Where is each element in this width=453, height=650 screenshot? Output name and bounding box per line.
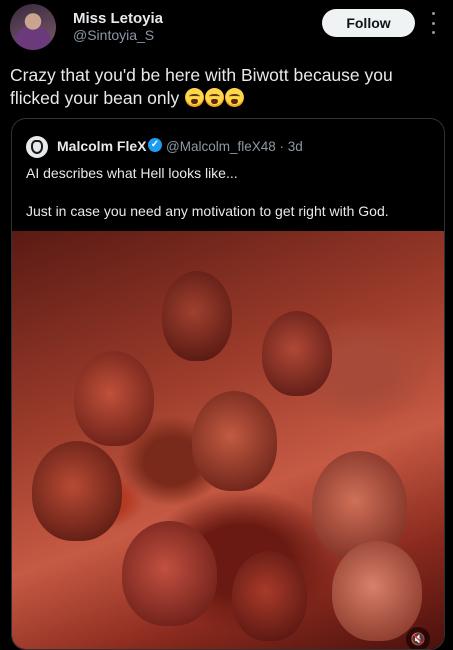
author-handle[interactable]: @Sintoyia_S (73, 27, 154, 43)
quoted-text-line-1: AI describes what Hell looks like... (26, 165, 238, 181)
verified-badge-icon: ✓ (148, 138, 162, 152)
more-options-icon[interactable] (428, 12, 438, 34)
figure-face (74, 351, 154, 446)
quoted-author-meta: @Malcolm_fleX48 · 3d (166, 139, 303, 154)
figure-face (332, 541, 422, 641)
crying-emoji-icon (185, 88, 205, 107)
quoted-post[interactable]: Malcolm FleX ✓ @Malcolm_fleX48 · 3d AI d… (11, 118, 445, 650)
quoted-media-video[interactable] (12, 231, 444, 649)
quoted-author-avatar[interactable] (26, 136, 48, 158)
figure-face (122, 521, 217, 626)
figure-face (232, 551, 307, 641)
figure-face (262, 311, 332, 396)
user-avatar[interactable] (10, 4, 56, 50)
quoted-text-line-2: Just in case you need any motivation to … (26, 203, 389, 219)
meta-separator: · (279, 139, 285, 154)
follow-button[interactable]: Follow (322, 9, 415, 37)
crying-emoji-icon (225, 88, 245, 107)
author-name[interactable]: Miss Letoyia (73, 10, 163, 27)
quoted-post-time: 3d (287, 139, 303, 154)
crying-emoji-icon (205, 88, 225, 107)
volume-muted-icon[interactable]: 🔇 (406, 627, 430, 649)
figure-face (192, 391, 277, 491)
post-text: Crazy that you'd be here with Biwott bec… (10, 64, 440, 110)
figure-face (32, 441, 122, 541)
figure-face (162, 271, 232, 361)
quoted-author-handle: @Malcolm_fleX48 (166, 139, 276, 154)
quoted-author-name[interactable]: Malcolm FleX (57, 138, 146, 154)
